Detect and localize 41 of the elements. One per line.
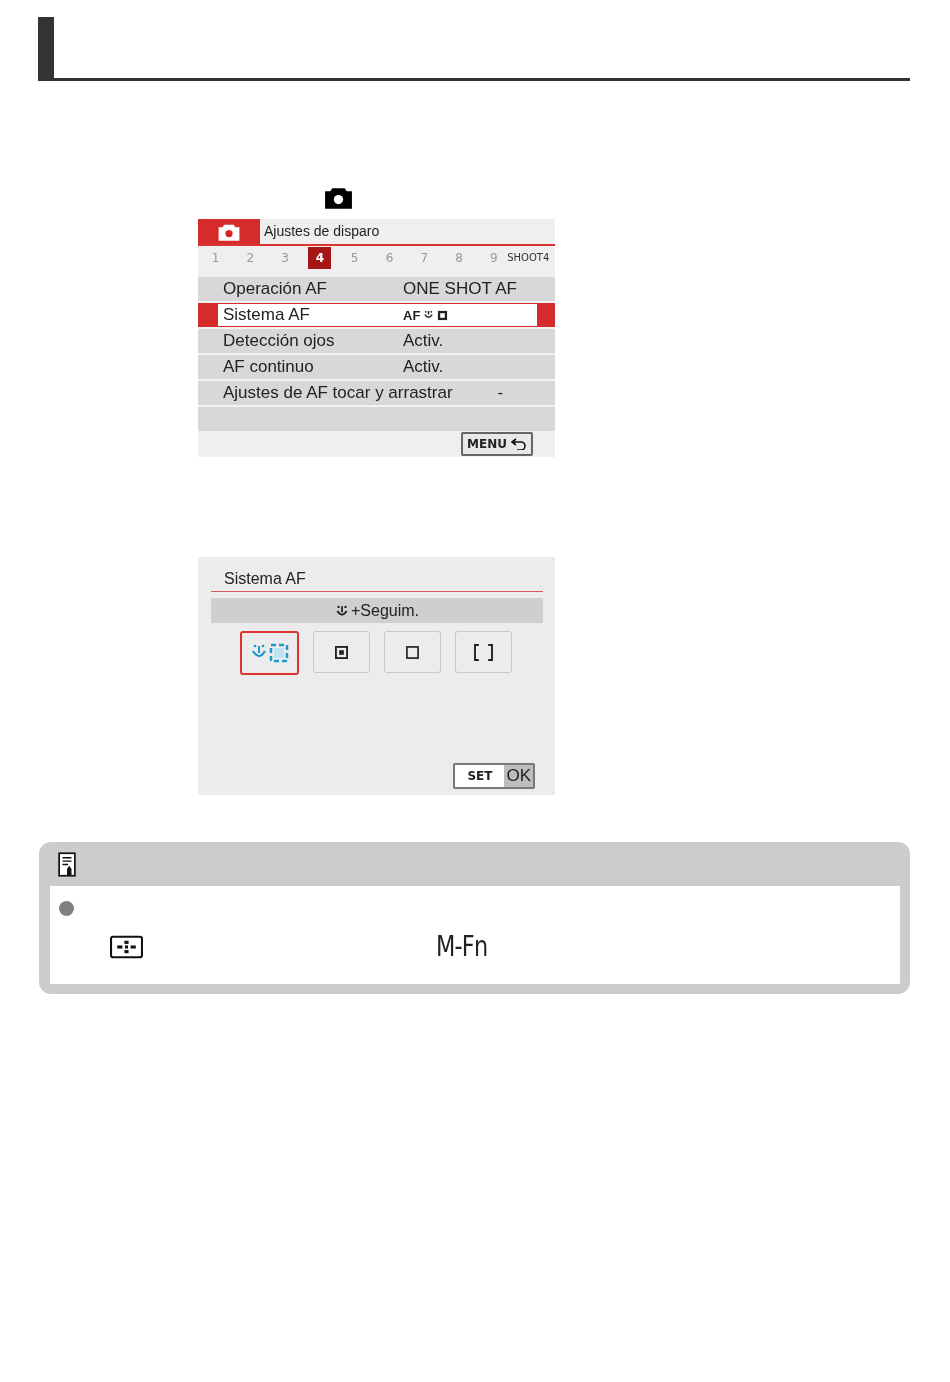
menu-item[interactable]: Detección ojos Activ.: [198, 329, 555, 355]
menu-item[interactable]: Ajustes de AF tocar y arrastrar -: [198, 381, 555, 407]
menu-item[interactable]: Operación AF ONE SHOT AF: [198, 277, 555, 303]
item-value: ONE SHOT AF: [403, 279, 517, 299]
page-tab[interactable]: 4: [308, 246, 332, 269]
menu-title: Ajustes de disparo: [263, 222, 380, 241]
face-icon: [423, 309, 435, 321]
face-icon: [334, 603, 349, 618]
set-ok-button[interactable]: SET OK: [453, 763, 535, 789]
af-point-selection-icon: [110, 934, 143, 959]
face-tracking-option[interactable]: [240, 631, 299, 675]
item-label: Operación AF: [223, 279, 328, 299]
menu-item[interactable]: AF continuo Activ.: [198, 355, 555, 381]
page-name: SHOOT4: [507, 252, 550, 263]
spot-af-option[interactable]: [313, 631, 370, 673]
item-value: -: [497, 383, 504, 403]
memo-icon: [58, 851, 76, 877]
tracking-frame-icon: [437, 309, 449, 321]
screen-title: Sistema AF: [211, 570, 543, 592]
item-value: Activ.: [403, 331, 444, 351]
single-point-option[interactable]: [384, 631, 441, 673]
setting-name: +Seguim.: [350, 601, 419, 620]
item-label: AF continuo: [223, 357, 315, 377]
zone-af-option[interactable]: [455, 631, 512, 673]
m-fn-key-label: M-Fn: [436, 930, 488, 963]
item-label: Sistema AF: [223, 305, 311, 325]
camera-icon: [217, 222, 241, 241]
item-label: Ajustes de AF tocar y arrastrar: [223, 383, 453, 403]
menu-back-button[interactable]: MENU: [461, 432, 533, 456]
bracket-frame-icon: [473, 643, 494, 661]
camera-icon: [323, 186, 354, 209]
spot-frame-icon: [335, 645, 348, 659]
menu-item[interactable]: Sistema AF AF: [198, 303, 555, 329]
square-frame-icon: [406, 645, 419, 659]
item-value: Activ.: [403, 357, 444, 377]
item-label: Detección ojos: [223, 331, 336, 351]
item-value: AF: [403, 307, 421, 323]
return-arrow-icon: [511, 438, 527, 450]
shooting-tab[interactable]: [198, 219, 260, 244]
bullet-dot: [59, 900, 74, 916]
face-tracking-icon: [249, 643, 290, 663]
